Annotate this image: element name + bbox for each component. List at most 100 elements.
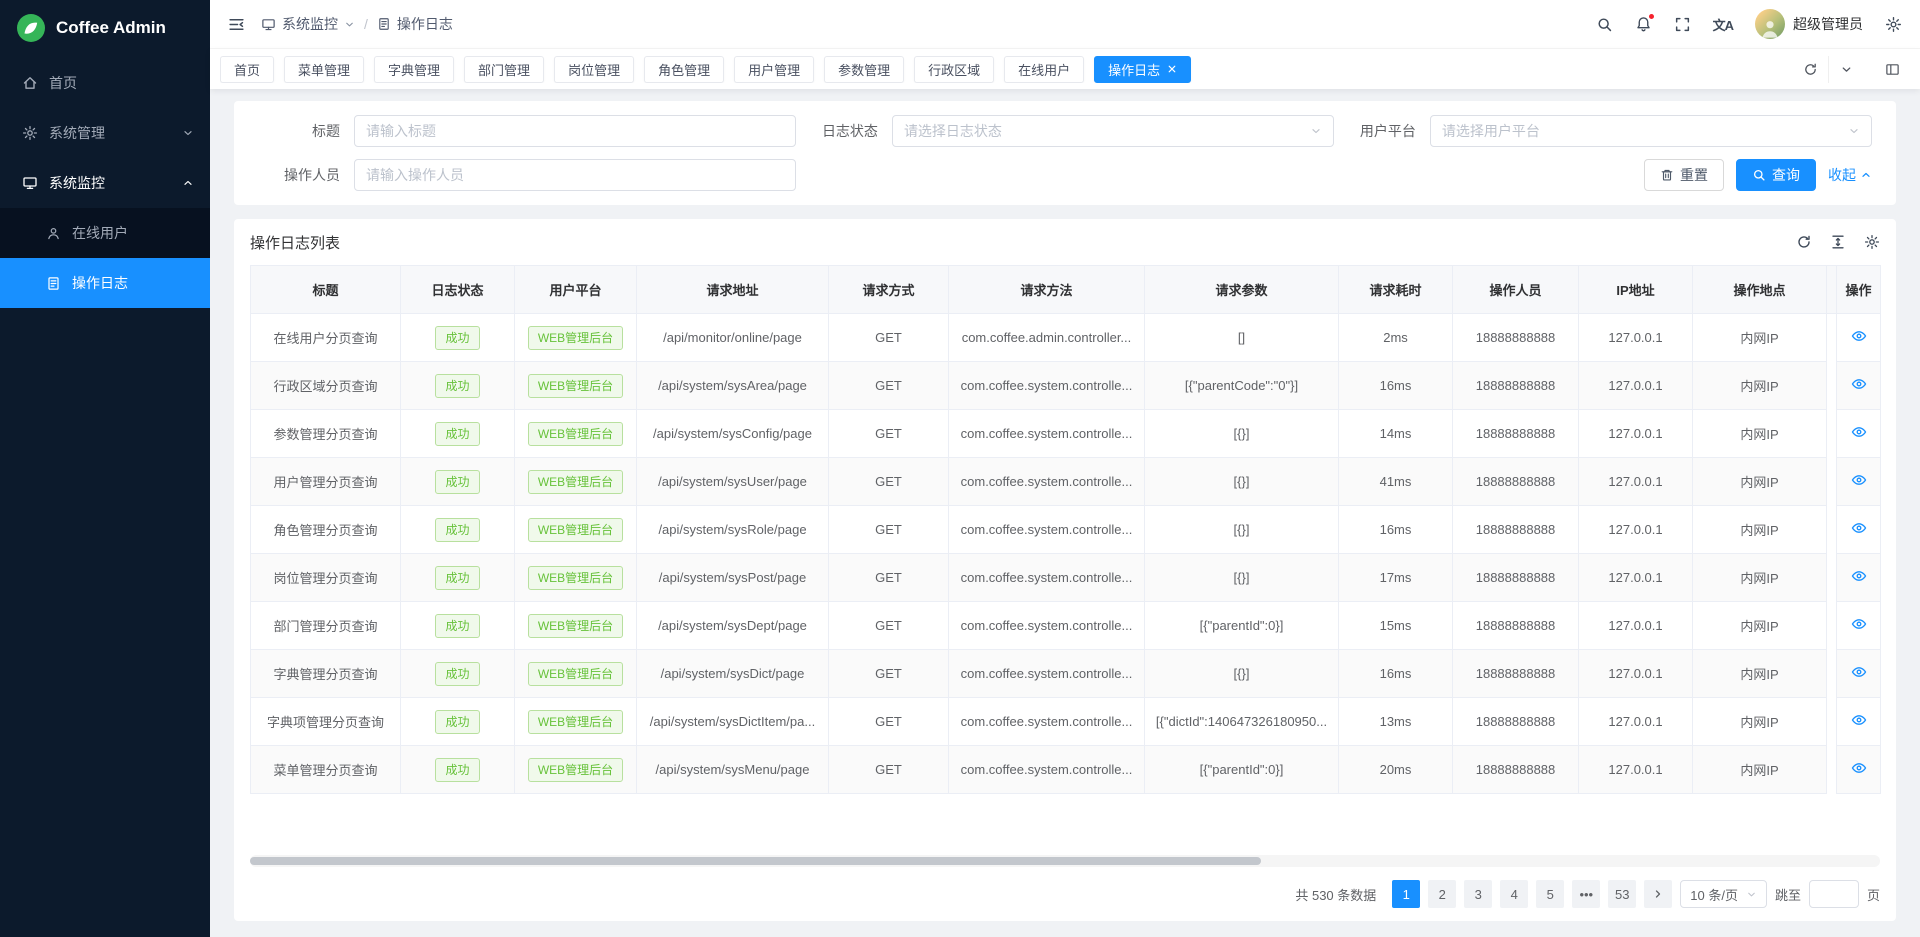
sidebar-item-operation-log[interactable]: 操作日志: [0, 258, 210, 308]
status-filter-select[interactable]: 请选择日志状态: [892, 115, 1334, 147]
page-button-5[interactable]: 5: [1536, 880, 1564, 908]
breadcrumb-label: 系统监控: [282, 14, 338, 34]
operator-filter-input[interactable]: [354, 159, 796, 191]
cell-platform: WEB管理后台: [515, 314, 637, 362]
cell-platform: WEB管理后台: [515, 746, 637, 794]
sidebar-item-system-management[interactable]: 系统管理: [0, 108, 210, 158]
view-detail-button[interactable]: [1851, 712, 1867, 728]
platform-badge: WEB管理后台: [528, 326, 623, 350]
tab-item-9[interactable]: 在线用户: [1004, 56, 1084, 83]
view-detail-button[interactable]: [1851, 328, 1867, 344]
tab-item-7[interactable]: 参数管理: [824, 56, 904, 83]
cell-duration: 17ms: [1339, 554, 1453, 602]
cell-params: [{}]: [1145, 506, 1339, 554]
tab-close-icon[interactable]: [1167, 64, 1177, 74]
cell-status: 成功: [401, 410, 515, 458]
tab-item-5[interactable]: 角色管理: [644, 56, 724, 83]
layout-toggle-button[interactable]: [1874, 56, 1910, 83]
sidebar-item-label: 系统监控: [49, 173, 171, 193]
global-search-button[interactable]: [1596, 16, 1613, 33]
view-detail-button[interactable]: [1851, 376, 1867, 392]
tab-item-6[interactable]: 用户管理: [734, 56, 814, 83]
cell-title: 用户管理分页查询: [251, 458, 401, 506]
fullscreen-icon: [1674, 16, 1691, 33]
table-refresh-button[interactable]: [1796, 234, 1812, 250]
view-detail-button[interactable]: [1851, 760, 1867, 776]
view-detail-button[interactable]: [1851, 424, 1867, 440]
sidebar-collapse-button[interactable]: [228, 16, 245, 33]
page-button-2[interactable]: 2: [1428, 880, 1456, 908]
tab-item-0[interactable]: 首页: [220, 56, 274, 83]
sidebar-item-online-users[interactable]: 在线用户: [0, 208, 210, 258]
user-menu[interactable]: 超级管理员: [1755, 9, 1863, 39]
table-settings-button[interactable]: [1864, 234, 1880, 250]
fullscreen-button[interactable]: [1674, 16, 1691, 33]
scrollbar-gutter: [1827, 314, 1837, 362]
page-button-3[interactable]: 3: [1464, 880, 1492, 908]
scrollbar-gutter: [1827, 698, 1837, 746]
collapse-filters-button[interactable]: 收起: [1828, 165, 1872, 185]
view-detail-button[interactable]: [1851, 520, 1867, 536]
cell-operator: 18888888888: [1453, 650, 1579, 698]
cell-params: [{"parentCode":"0"}]: [1145, 362, 1339, 410]
reset-button[interactable]: 重置: [1644, 159, 1724, 191]
cell-location: 内网IP: [1693, 506, 1827, 554]
notification-bell-button[interactable]: [1635, 16, 1652, 33]
tab-item-1[interactable]: 菜单管理: [284, 56, 364, 83]
pagination: 共 530 条数据 12345•••53 10 条/页 跳至 页: [234, 867, 1896, 921]
cell-request-method: GET: [829, 698, 949, 746]
tabs-refresh-button[interactable]: [1792, 56, 1828, 83]
cell-action: [1837, 314, 1881, 362]
sidebar-item-home[interactable]: 首页: [0, 58, 210, 108]
horizontal-scrollbar-thumb[interactable]: [250, 857, 1261, 865]
refresh-icon: [1796, 234, 1812, 250]
breadcrumb-item-system-monitor[interactable]: 系统监控: [261, 14, 355, 34]
cell-request-url: /api/monitor/online/page: [637, 314, 829, 362]
sidebar: Coffee Admin 首页 系统管理 系统监控: [0, 0, 210, 937]
cell-params: [{"parentId":0}]: [1145, 746, 1339, 794]
page-button-53[interactable]: 53: [1608, 880, 1636, 908]
page-size-select[interactable]: 10 条/页: [1680, 880, 1767, 908]
tab-item-10[interactable]: 操作日志: [1094, 56, 1191, 83]
cell-ip: 127.0.0.1: [1579, 458, 1693, 506]
sidebar-item-system-monitor[interactable]: 系统监控: [0, 158, 210, 208]
tab-item-8[interactable]: 行政区域: [914, 56, 994, 83]
view-detail-button[interactable]: [1851, 616, 1867, 632]
next-page-button[interactable]: [1644, 880, 1672, 908]
platform-filter-select[interactable]: 请选择用户平台: [1430, 115, 1872, 147]
view-detail-button[interactable]: [1851, 664, 1867, 680]
scrollbar-gutter: [1827, 266, 1837, 314]
language-switch-button[interactable]: 文A: [1713, 15, 1733, 34]
view-detail-button[interactable]: [1851, 568, 1867, 584]
cell-operator: 18888888888: [1453, 362, 1579, 410]
status-filter-label: 日志状态: [796, 121, 892, 141]
search-icon: [1596, 16, 1613, 33]
title-filter-input[interactable]: [354, 115, 796, 147]
app-logo-icon: [16, 13, 46, 43]
page-more-button[interactable]: •••: [1572, 880, 1600, 908]
tab-strip: 首页 菜单管理 字典管理 部门管理 岗位管理 角色管理 用户管理 参数管理 行政…: [220, 56, 1782, 83]
status-badge: 成功: [435, 614, 479, 638]
cell-platform: WEB管理后台: [515, 602, 637, 650]
page-button-4[interactable]: 4: [1500, 880, 1528, 908]
tab-item-2[interactable]: 字典管理: [374, 56, 454, 83]
user-avatar: [1755, 9, 1785, 39]
cell-handler: com.coffee.system.controlle...: [949, 650, 1145, 698]
tabs-actions-dropdown-button[interactable]: [1828, 56, 1864, 83]
cell-location: 内网IP: [1693, 746, 1827, 794]
cell-request-url: /api/system/sysDept/page: [637, 602, 829, 650]
tab-item-4[interactable]: 岗位管理: [554, 56, 634, 83]
view-detail-button[interactable]: [1851, 472, 1867, 488]
page-jump-input[interactable]: [1809, 880, 1859, 908]
cell-request-url: /api/system/sysRole/page: [637, 506, 829, 554]
table-density-button[interactable]: [1830, 234, 1846, 250]
cell-status: 成功: [401, 362, 515, 410]
page-button-1[interactable]: 1: [1392, 880, 1420, 908]
tab-item-3[interactable]: 部门管理: [464, 56, 544, 83]
status-badge: 成功: [435, 758, 479, 782]
cell-operator: 18888888888: [1453, 458, 1579, 506]
eye-icon: [1851, 424, 1867, 440]
cell-operator: 18888888888: [1453, 506, 1579, 554]
settings-button[interactable]: [1885, 16, 1902, 33]
search-button[interactable]: 查询: [1736, 159, 1816, 191]
